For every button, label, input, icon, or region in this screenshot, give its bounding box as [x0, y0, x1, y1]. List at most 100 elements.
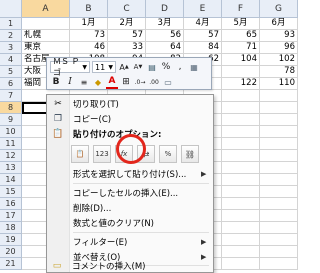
row-header-4[interactable]: 4 — [0, 54, 22, 66]
column-header-c[interactable]: C — [108, 0, 146, 18]
cell-g10[interactable] — [260, 126, 298, 138]
cell-b2[interactable]: 73 — [70, 30, 108, 42]
cell-f20[interactable] — [222, 246, 260, 258]
row-header-6[interactable]: 6 — [0, 78, 22, 90]
row-header-9[interactable]: 9 — [0, 114, 22, 126]
bold-button[interactable]: B — [50, 76, 62, 88]
row-header-19[interactable]: 19 — [0, 234, 22, 246]
cell-c2[interactable]: 57 — [108, 30, 146, 42]
cell-b3[interactable]: 46 — [70, 42, 108, 54]
center-align-icon[interactable]: ≡ — [78, 76, 90, 88]
menu-item-delete[interactable]: 削除(D)... — [47, 201, 213, 215]
row-header-13[interactable]: 13 — [0, 162, 22, 174]
cell-f9[interactable] — [222, 114, 260, 126]
row-header-14[interactable]: 14 — [0, 174, 22, 186]
cell-e2[interactable]: 57 — [184, 30, 222, 42]
row-header-10[interactable]: 10 — [0, 126, 22, 138]
cell-e1[interactable]: 4月 — [184, 18, 222, 30]
cell-f13[interactable] — [222, 162, 260, 174]
menu-item-insert-copied-cells[interactable]: コピーしたセルの挿入(E)... — [47, 186, 213, 200]
cell-f4[interactable]: 104 — [222, 54, 260, 66]
percent-format-button[interactable]: % — [160, 61, 172, 73]
cell-d2[interactable]: 56 — [146, 30, 184, 42]
cell-g4[interactable]: 102 — [260, 54, 298, 66]
cell-g5[interactable]: 78 — [260, 66, 298, 78]
cell-g9[interactable] — [260, 114, 298, 126]
menu-item-copy[interactable]: ❐ コピー(C) — [47, 112, 213, 126]
cell-d3[interactable]: 64 — [146, 42, 184, 54]
cell-g14[interactable] — [260, 174, 298, 186]
font-name-box[interactable]: ＭＳ Ｐゴ ▼ — [50, 57, 90, 77]
cell-g17[interactable] — [260, 210, 298, 222]
cell-f21[interactable] — [222, 258, 260, 270]
cell-f7[interactable] — [222, 90, 260, 102]
column-header-a[interactable]: A — [22, 0, 70, 18]
row-header-20[interactable]: 20 — [0, 246, 22, 258]
cell-g13[interactable] — [260, 162, 298, 174]
column-header-g[interactable]: G — [260, 0, 298, 18]
cell-g18[interactable] — [260, 222, 298, 234]
row-header-1[interactable]: 1 — [0, 18, 22, 30]
cell-g1[interactable]: 6月 — [260, 18, 298, 30]
menu-item-insert-comment[interactable]: ▭ コメントの挿入(M) — [46, 259, 212, 273]
increase-decimal-icon[interactable]: .0→ — [134, 76, 146, 88]
cell-a1[interactable] — [22, 18, 70, 30]
row-header-21[interactable]: 21 — [0, 258, 22, 270]
font-color-button[interactable]: A — [106, 75, 118, 89]
cell-f1[interactable]: 5月 — [222, 18, 260, 30]
cell-f12[interactable] — [222, 150, 260, 162]
cell-f18[interactable] — [222, 222, 260, 234]
row-header-11[interactable]: 11 — [0, 138, 22, 150]
menu-item-cut[interactable]: ✂ 切り取り(T) — [47, 97, 213, 111]
cell-f6[interactable]: 122 — [222, 78, 260, 90]
cell-f2[interactable]: 65 — [222, 30, 260, 42]
cell-f3[interactable]: 71 — [222, 42, 260, 54]
cell-g2[interactable]: 93 — [260, 30, 298, 42]
row-header-8[interactable]: 8 — [0, 102, 22, 114]
select-all-corner[interactable] — [0, 0, 22, 18]
column-header-f[interactable]: F — [222, 0, 260, 18]
row-header-17[interactable]: 17 — [0, 210, 22, 222]
cell-g12[interactable] — [260, 150, 298, 162]
cell-f10[interactable] — [222, 126, 260, 138]
cell-g19[interactable] — [260, 234, 298, 246]
cell-f19[interactable] — [222, 234, 260, 246]
cell-g16[interactable] — [260, 198, 298, 210]
menu-item-clear-contents[interactable]: 数式と値のクリア(N) — [47, 216, 213, 230]
fill-color-icon[interactable]: ◆ — [92, 76, 104, 88]
column-header-b[interactable]: B — [70, 0, 108, 18]
merge-cells-icon[interactable]: ▭ — [162, 76, 174, 88]
cell-c3[interactable]: 33 — [108, 42, 146, 54]
cell-g20[interactable] — [260, 246, 298, 258]
row-header-12[interactable]: 12 — [0, 150, 22, 162]
row-header-16[interactable]: 16 — [0, 198, 22, 210]
paste-formatting-button[interactable]: % — [159, 145, 177, 163]
shrink-font-icon[interactable]: A ▼ — [132, 61, 144, 73]
paste-values-button[interactable]: 123 — [93, 145, 111, 163]
row-header-5[interactable]: 5 — [0, 66, 22, 78]
grow-font-icon[interactable]: A ▲ — [118, 61, 130, 73]
cell-g7[interactable] — [260, 90, 298, 102]
cell-f17[interactable] — [222, 210, 260, 222]
comma-format-button[interactable]: , — [174, 61, 186, 73]
menu-item-filter[interactable]: フィルター(E) ▶ — [47, 235, 213, 249]
cell-g21[interactable] — [260, 258, 298, 270]
cell-g3[interactable]: 96 — [260, 42, 298, 54]
italic-button[interactable]: I — [64, 76, 76, 88]
row-header-7[interactable]: 7 — [0, 90, 22, 102]
cell-c1[interactable]: 2月 — [108, 18, 146, 30]
row-header-3[interactable]: 3 — [0, 42, 22, 54]
cell-e3[interactable]: 84 — [184, 42, 222, 54]
cell-f16[interactable] — [222, 198, 260, 210]
cell-g6[interactable]: 110 — [260, 78, 298, 90]
cell-f15[interactable] — [222, 186, 260, 198]
font-size-box[interactable]: 11 ▼ — [92, 61, 116, 73]
cell-a3[interactable]: 東京 — [22, 42, 70, 54]
cell-f11[interactable] — [222, 138, 260, 150]
decrease-decimal-icon[interactable]: .00 — [148, 76, 160, 88]
column-header-e[interactable]: E — [184, 0, 222, 18]
cell-g11[interactable] — [260, 138, 298, 150]
cell-a2[interactable]: 札幌 — [22, 30, 70, 42]
menu-item-paste-special[interactable]: 形式を選択して貼り付け(S)... ▶ — [47, 167, 213, 181]
column-header-d[interactable]: D — [146, 0, 184, 18]
